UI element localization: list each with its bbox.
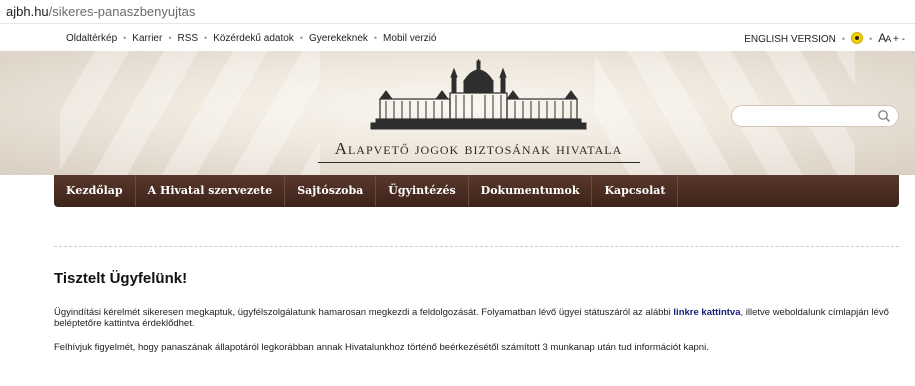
utility-right: ENGLISH VERSION • • AA + - bbox=[744, 25, 905, 51]
page-title: Tisztelt Ügyfelünk! bbox=[54, 270, 188, 287]
logo-text: Alapvető jogok biztosának hivatala bbox=[334, 139, 623, 158]
separator-dot: • bbox=[841, 34, 846, 44]
content-divider bbox=[54, 246, 899, 247]
notice-paragraph: Felhívjuk figyelmét, hogy panaszának áll… bbox=[54, 342, 709, 353]
link-sitemap[interactable]: Oldaltérkép bbox=[66, 33, 117, 44]
top-utility-bar: Oldaltérkép • Karrier • RSS • Közérdekű adatok… bbox=[0, 25, 915, 51]
status-link[interactable]: linkre kattintva bbox=[673, 307, 740, 318]
link-mobile[interactable]: Mobil verzió bbox=[383, 33, 436, 44]
link-career[interactable]: Karrier bbox=[132, 33, 162, 44]
nav-press[interactable]: Sajtószoba bbox=[285, 175, 377, 207]
separator-dot: • bbox=[168, 33, 172, 43]
confirmation-paragraph: Ügyindítási kérelmét sikeresen megkaptuk… bbox=[54, 307, 904, 329]
separator-dot: • bbox=[123, 33, 127, 43]
link-rss[interactable]: RSS bbox=[177, 33, 198, 44]
link-english[interactable]: ENGLISH VERSION bbox=[744, 34, 836, 45]
nav-documents[interactable]: Dokumentumok bbox=[469, 175, 593, 207]
accessibility-icon[interactable] bbox=[851, 32, 864, 45]
logo-underline bbox=[318, 162, 640, 163]
separator-dot: • bbox=[299, 33, 303, 43]
nav-organization[interactable]: A Hivatal szervezete bbox=[136, 175, 286, 207]
font-size-small: A bbox=[885, 34, 891, 44]
nav-home[interactable]: Kezdőlap bbox=[54, 175, 136, 207]
site-header: Alapvető jogok biztosának hivatala bbox=[0, 51, 915, 175]
separator-dot: • bbox=[204, 33, 208, 43]
search-input[interactable] bbox=[740, 106, 880, 126]
font-size-plus-minus[interactable]: + - bbox=[893, 34, 905, 45]
nav-contact[interactable]: Kapcsolat bbox=[592, 175, 679, 207]
search-box[interactable] bbox=[731, 105, 899, 127]
main-content: Tisztelt Ügyfelünk! Ügyindítási kérelmét… bbox=[54, 270, 904, 353]
link-children[interactable]: Gyerekeknek bbox=[309, 33, 368, 44]
link-public-data[interactable]: Közérdekű adatok bbox=[213, 33, 294, 44]
main-navigation: Kezdőlap A Hivatal szervezete Sajtószoba… bbox=[54, 175, 899, 207]
search-icon[interactable] bbox=[877, 109, 891, 123]
url-host: ajbh.hu bbox=[6, 4, 49, 19]
font-size-button[interactable]: AA bbox=[878, 31, 891, 45]
separator-dot: • bbox=[373, 33, 378, 43]
utility-links: Oldaltérkép • Karrier • RSS • Közérdekű adatok… bbox=[66, 25, 436, 51]
nav-administration[interactable]: Ügyintézés bbox=[376, 175, 469, 207]
separator-dot: • bbox=[869, 34, 873, 44]
url-path: /sikeres-panaszbenyujtas bbox=[48, 4, 196, 19]
address-bar[interactable]: ajbh.hu/sikeres-panaszbenyujtas bbox=[0, 0, 915, 24]
site-logo[interactable]: Alapvető jogok biztosának hivatala bbox=[316, 59, 641, 169]
parliament-icon bbox=[370, 59, 587, 130]
paragraph-text: Ügyindítási kérelmét sikeresen megkaptuk… bbox=[54, 307, 674, 318]
